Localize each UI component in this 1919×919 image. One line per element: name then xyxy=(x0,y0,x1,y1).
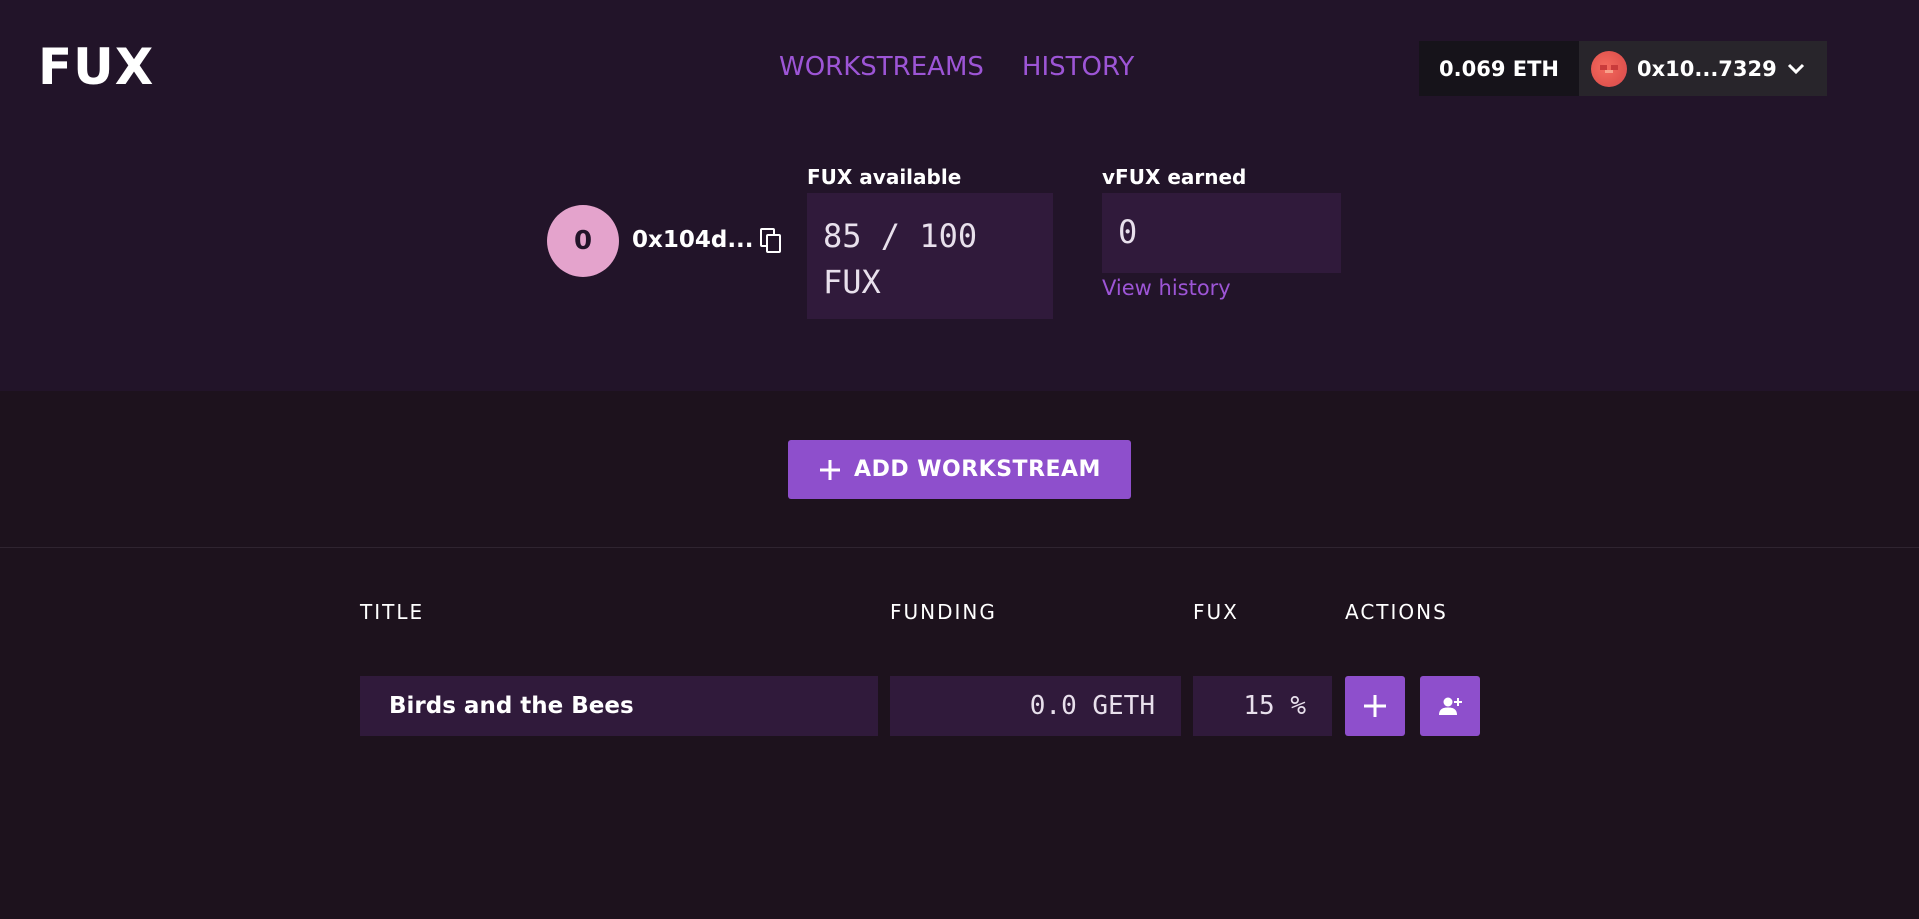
fux-available-unit: FUX xyxy=(823,263,881,301)
vfux-earned-label: vFUX earned xyxy=(1102,165,1247,189)
app-logo[interactable]: FUX xyxy=(38,38,154,96)
column-header-fux: FUX xyxy=(1193,600,1239,624)
add-contributor-button[interactable] xyxy=(1420,676,1480,736)
add-workstream-label: ADD WORKSTREAM xyxy=(854,457,1101,482)
column-header-actions: ACTIONS xyxy=(1345,600,1448,624)
wallet-widget: 0.069 ETH 0x10...7329 xyxy=(1419,41,1827,96)
plus-icon xyxy=(1364,695,1386,717)
account-avatar-icon xyxy=(1590,50,1627,87)
column-header-title: TITLE xyxy=(360,600,425,624)
workstream-title[interactable]: Birds and the Bees xyxy=(360,676,878,736)
nav-history[interactable]: HISTORY xyxy=(1022,52,1134,82)
add-workstream-button[interactable]: ADD WORKSTREAM xyxy=(788,440,1131,499)
workstream-funding: 0.0 GETH xyxy=(890,676,1181,736)
add-user-icon xyxy=(1439,697,1462,715)
eth-balance: 0.069 ETH xyxy=(1419,41,1579,96)
header: FUX WORKSTREAMS HISTORY 0.069 ETH 0x10..… xyxy=(0,0,1919,391)
column-header-funding: FUNDING xyxy=(890,600,997,624)
fux-available-box: 85 / 100 FUX xyxy=(807,193,1053,319)
fux-available-label: FUX available xyxy=(807,165,962,189)
avatar: 0 xyxy=(547,205,619,277)
vfux-earned-box: 0 xyxy=(1102,193,1341,273)
chevron-down-icon xyxy=(1787,63,1804,74)
copy-icon[interactable] xyxy=(760,228,782,254)
user-address: 0x104d... xyxy=(632,227,754,253)
workstream-fux-input[interactable]: 15 % xyxy=(1193,676,1332,736)
view-history-link[interactable]: View history xyxy=(1102,276,1231,300)
section-divider xyxy=(0,547,1919,548)
account-address: 0x10...7329 xyxy=(1636,56,1777,81)
vfux-earned-value: 0 xyxy=(1118,213,1138,251)
main-nav: WORKSTREAMS HISTORY xyxy=(779,52,1134,82)
fux-available-value: 85 / 100 xyxy=(823,217,978,255)
account-button[interactable]: 0x10...7329 xyxy=(1578,41,1827,96)
add-fux-button[interactable] xyxy=(1345,676,1405,736)
plus-icon xyxy=(820,459,841,480)
nav-workstreams[interactable]: WORKSTREAMS xyxy=(779,52,984,82)
